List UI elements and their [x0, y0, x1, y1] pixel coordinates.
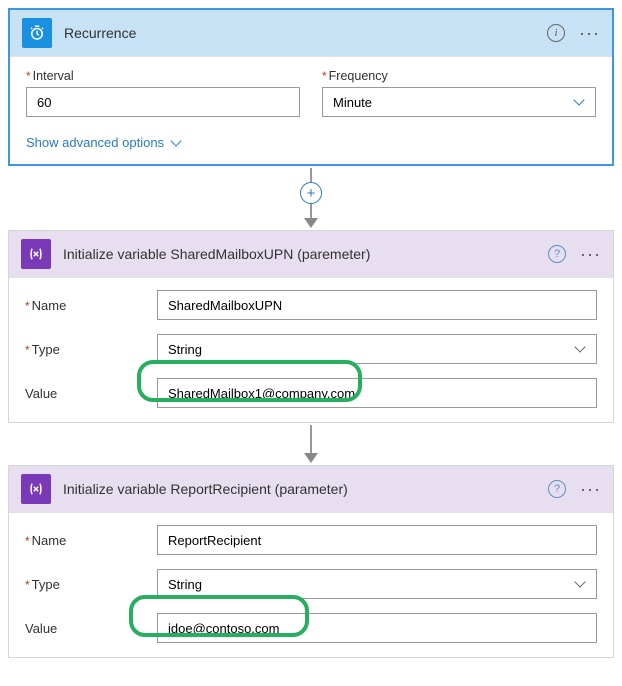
- value-input[interactable]: [157, 613, 597, 643]
- more-menu-button[interactable]: ···: [580, 245, 601, 263]
- variable1-header[interactable]: Initialize variable SharedMailboxUPN (pa…: [9, 231, 613, 278]
- recurrence-header[interactable]: Recurrence i ···: [10, 10, 612, 57]
- chevron-down-icon: [576, 344, 586, 354]
- value-input[interactable]: [157, 378, 597, 408]
- type-label: Type: [25, 342, 145, 357]
- variable1-title: Initialize variable SharedMailboxUPN (pa…: [63, 246, 536, 262]
- variable-icon: [21, 239, 51, 269]
- arrow-line: [310, 168, 312, 182]
- frequency-label: Frequency: [322, 69, 596, 83]
- variable-card-reportrecipient: Initialize variable ReportRecipient (par…: [8, 465, 614, 658]
- type-value: String: [168, 342, 202, 357]
- chevron-down-icon: [172, 138, 182, 148]
- interval-input-field[interactable]: [37, 95, 289, 110]
- variable-icon: [21, 474, 51, 504]
- chevron-down-icon: [575, 97, 585, 107]
- name-input[interactable]: [157, 525, 597, 555]
- name-input-field[interactable]: [168, 533, 586, 548]
- variable2-body: Name Type String Value: [9, 513, 613, 657]
- recurrence-title: Recurrence: [64, 25, 535, 41]
- arrow-line: [310, 425, 312, 453]
- value-input-field[interactable]: [168, 621, 586, 636]
- name-input-field[interactable]: [168, 298, 586, 313]
- frequency-value: Minute: [333, 95, 372, 110]
- arrow-down-icon: [304, 218, 318, 228]
- name-label: Name: [25, 533, 145, 548]
- variable-card-sharedmailbox: Initialize variable SharedMailboxUPN (pa…: [8, 230, 614, 423]
- type-value: String: [168, 577, 202, 592]
- variable1-body: Name Type String Value: [9, 278, 613, 422]
- type-select[interactable]: String: [157, 334, 597, 364]
- recurrence-card: Recurrence i ··· Interval Frequency Minu…: [8, 8, 614, 166]
- variable2-header[interactable]: Initialize variable ReportRecipient (par…: [9, 466, 613, 513]
- interval-input[interactable]: [26, 87, 300, 117]
- connector-add: +: [0, 168, 622, 228]
- more-menu-button[interactable]: ···: [580, 480, 601, 498]
- type-label: Type: [25, 577, 145, 592]
- name-label: Name: [25, 298, 145, 313]
- help-icon[interactable]: ?: [548, 480, 566, 498]
- value-label: Value: [25, 386, 145, 401]
- name-input[interactable]: [157, 290, 597, 320]
- variable2-title: Initialize variable ReportRecipient (par…: [63, 481, 536, 497]
- show-advanced-toggle[interactable]: Show advanced options: [26, 135, 182, 150]
- recurrence-body: Interval Frequency Minute Show advanced …: [10, 57, 612, 164]
- clock-icon: [22, 18, 52, 48]
- value-input-field[interactable]: [168, 386, 586, 401]
- value-label: Value: [25, 621, 145, 636]
- chevron-down-icon: [576, 579, 586, 589]
- arrow-down-icon: [304, 453, 318, 463]
- info-icon[interactable]: i: [547, 24, 565, 42]
- frequency-select[interactable]: Minute: [322, 87, 596, 117]
- connector: [0, 425, 622, 463]
- add-step-button[interactable]: +: [300, 182, 322, 204]
- help-icon[interactable]: ?: [548, 245, 566, 263]
- type-select[interactable]: String: [157, 569, 597, 599]
- more-menu-button[interactable]: ···: [579, 24, 600, 42]
- interval-label: Interval: [26, 69, 300, 83]
- arrow-line: [310, 204, 312, 218]
- advanced-label: Show advanced options: [26, 135, 164, 150]
